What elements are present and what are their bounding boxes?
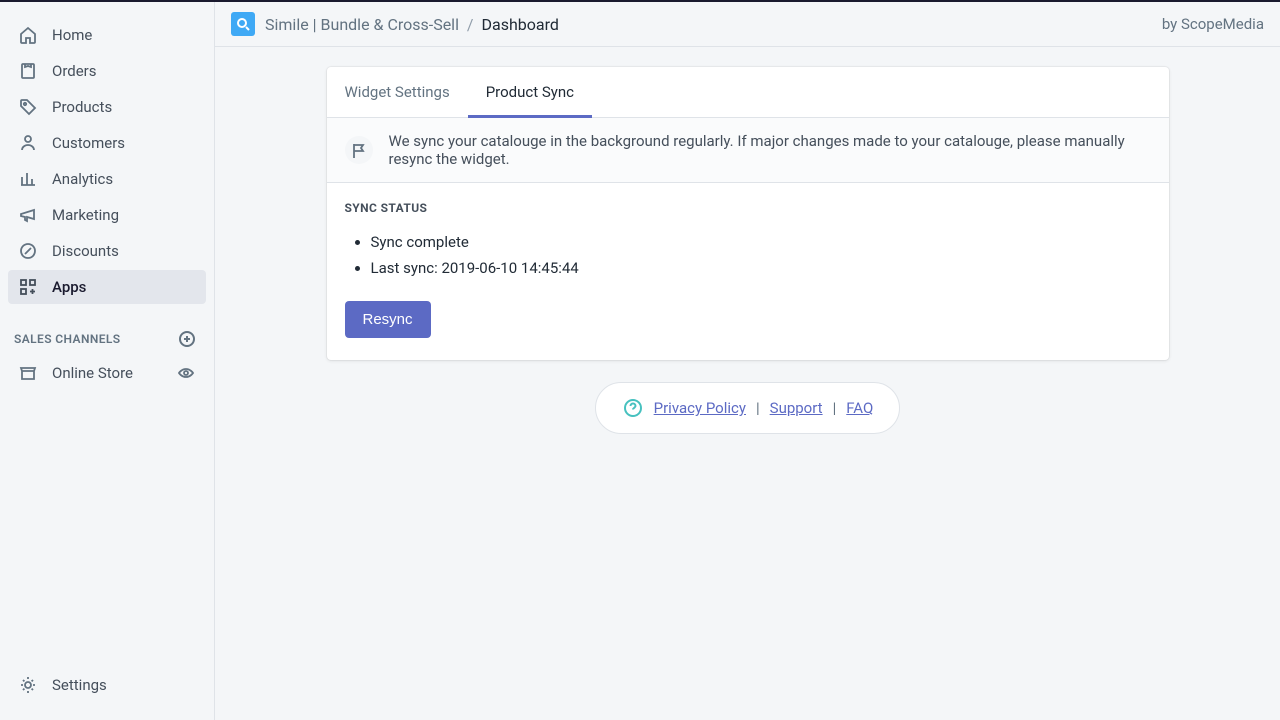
- sync-status-heading: SYNC STATUS: [345, 201, 1151, 215]
- sidebar-item-online-store[interactable]: Online Store: [8, 356, 206, 390]
- tab-product-sync[interactable]: Product Sync: [468, 67, 592, 118]
- app-logo-icon: [231, 12, 255, 36]
- sidebar-item-apps[interactable]: Apps: [8, 270, 206, 304]
- tag-icon: [18, 97, 38, 117]
- help-icon: [622, 397, 644, 419]
- sales-channels-title: SALES CHANNELS: [14, 332, 121, 346]
- sidebar-item-products[interactable]: Products: [8, 90, 206, 124]
- sidebar-item-analytics[interactable]: Analytics: [8, 162, 206, 196]
- add-channel-icon[interactable]: [178, 330, 196, 348]
- nav-list: Home Orders Products Customers: [0, 18, 214, 306]
- faq-link[interactable]: FAQ: [846, 399, 873, 417]
- footer-links: Privacy Policy | Support | FAQ: [595, 382, 901, 434]
- tab-widget-settings[interactable]: Widget Settings: [327, 67, 468, 118]
- discount-icon: [18, 241, 38, 261]
- megaphone-icon: [18, 205, 38, 225]
- channel-list: Online Store: [0, 356, 214, 392]
- sidebar-item-settings[interactable]: Settings: [8, 668, 206, 702]
- analytics-icon: [18, 169, 38, 189]
- tab-list: Widget Settings Product Sync: [327, 67, 1169, 118]
- sidebar-item-home[interactable]: Home: [8, 18, 206, 52]
- breadcrumb-current: Dashboard: [482, 15, 559, 34]
- sep: |: [833, 399, 837, 417]
- nav-label: Customers: [52, 134, 125, 152]
- sync-status-list: Sync complete Last sync: 2019-06-10 14:4…: [345, 229, 1151, 281]
- sync-last-sync: Last sync: 2019-06-10 14:45:44: [371, 255, 1151, 281]
- info-banner: We sync your catalouge in the background…: [327, 118, 1169, 183]
- breadcrumb-bar: Simile | Bundle & Cross-Sell / Dashboard…: [215, 2, 1280, 47]
- person-icon: [18, 133, 38, 153]
- settings-label: Settings: [52, 676, 107, 694]
- nav-label: Products: [52, 98, 112, 116]
- breadcrumb-app[interactable]: Simile | Bundle & Cross-Sell: [265, 15, 459, 34]
- nav-label: Apps: [52, 278, 86, 296]
- by-vendor-text: by ScopeMedia: [1162, 15, 1264, 33]
- breadcrumb-sep: /: [467, 15, 474, 34]
- main-area: Simile | Bundle & Cross-Sell / Dashboard…: [215, 2, 1280, 720]
- sync-status-complete: Sync complete: [371, 229, 1151, 255]
- sales-channels-header: SALES CHANNELS: [0, 306, 214, 356]
- eye-icon[interactable]: [176, 363, 196, 383]
- sidebar-item-orders[interactable]: Orders: [8, 54, 206, 88]
- gear-icon: [18, 675, 38, 695]
- nav-label: Analytics: [52, 170, 113, 188]
- apps-icon: [18, 277, 38, 297]
- sidebar-item-customers[interactable]: Customers: [8, 126, 206, 160]
- main-card: Widget Settings Product Sync We sync you…: [327, 67, 1169, 360]
- nav-label: Discounts: [52, 242, 119, 260]
- nav-label: Home: [52, 26, 92, 44]
- orders-icon: [18, 61, 38, 81]
- resync-button[interactable]: Resync: [345, 301, 431, 338]
- sidebar-item-discounts[interactable]: Discounts: [8, 234, 206, 268]
- sidebar-item-marketing[interactable]: Marketing: [8, 198, 206, 232]
- privacy-link[interactable]: Privacy Policy: [654, 399, 746, 417]
- channel-label: Online Store: [52, 364, 133, 382]
- sidebar: Home Orders Products Customers: [0, 2, 215, 720]
- home-icon: [18, 25, 38, 45]
- banner-text: We sync your catalouge in the background…: [389, 132, 1151, 168]
- nav-label: Marketing: [52, 206, 119, 224]
- nav-label: Orders: [52, 62, 97, 80]
- breadcrumb: Simile | Bundle & Cross-Sell / Dashboard: [265, 15, 559, 34]
- flag-icon: [345, 136, 373, 164]
- sep: |: [756, 399, 760, 417]
- store-icon: [18, 363, 38, 383]
- support-link[interactable]: Support: [770, 399, 823, 417]
